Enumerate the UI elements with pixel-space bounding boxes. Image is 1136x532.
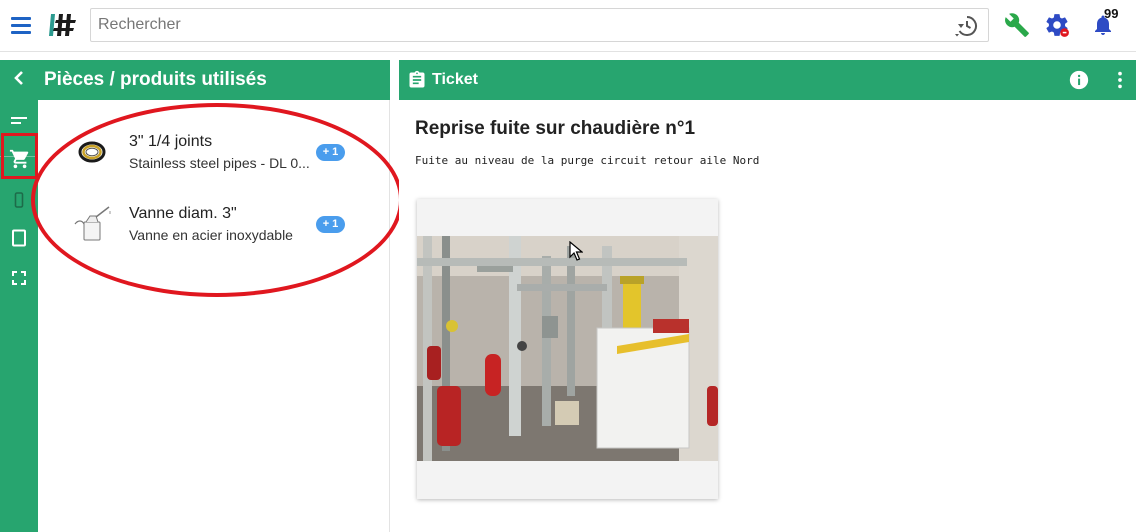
- boiler-room-photo[interactable]: [417, 236, 718, 461]
- app-logo[interactable]: [47, 11, 77, 39]
- gasket-ring-icon: [72, 130, 112, 172]
- ticket-header-title: Ticket: [432, 71, 478, 88]
- quantity-badge[interactable]: + 1: [316, 216, 345, 233]
- part-list-item[interactable]: Vanne diam. 3" Vanne en acier inoxydable…: [38, 194, 390, 252]
- history-icon[interactable]: [954, 15, 978, 37]
- photo-card[interactable]: [417, 199, 718, 499]
- phone-icon[interactable]: [0, 182, 38, 218]
- part-description: Vanne en acier inoxydable: [129, 227, 293, 243]
- part-name: Vanne diam. 3": [129, 205, 237, 222]
- parts-panel-header: Pièces / produits utilisés: [38, 60, 390, 100]
- ticket-description: Fuite au niveau de la purge circuit reto…: [415, 154, 760, 167]
- clipboard-icon: [407, 69, 427, 96]
- settings-gear-icon[interactable]: [1044, 12, 1070, 38]
- tablet-icon[interactable]: [0, 220, 38, 256]
- info-icon[interactable]: [1068, 69, 1090, 96]
- ticket-subject: Reprise fuite sur chaudière n°1: [415, 118, 696, 139]
- ticket-panel-header: Ticket: [399, 60, 1136, 100]
- top-bar: 99: [0, 0, 1136, 52]
- wrench-icon[interactable]: [1004, 12, 1030, 38]
- quantity-badge[interactable]: + 1: [316, 144, 345, 161]
- collapse-chevron-icon[interactable]: [0, 60, 38, 96]
- search-bar: [90, 8, 989, 42]
- oil-can-icon: [72, 202, 112, 244]
- part-list-item[interactable]: 3" 1/4 joints Stainless steel pipes - DL…: [38, 122, 390, 180]
- ticket-panel: Ticket Reprise fuite sur chaudière n°1 F…: [399, 60, 1136, 532]
- menu-icon[interactable]: [11, 15, 33, 35]
- more-vert-icon[interactable]: [1109, 69, 1131, 96]
- active-rail-highlight: [1, 133, 38, 179]
- part-description: Stainless steel pipes - DL 0...: [129, 155, 310, 171]
- side-rail: [0, 60, 38, 532]
- part-name: 3" 1/4 joints: [129, 133, 213, 150]
- parts-panel-title: Pièces / produits utilisés: [44, 69, 267, 90]
- fullscreen-icon[interactable]: [0, 260, 38, 296]
- parts-panel: Pièces / produits utilisés 3" 1/4 joints…: [38, 60, 390, 532]
- notification-count-badge: 99: [1104, 6, 1119, 21]
- search-input[interactable]: [91, 9, 941, 41]
